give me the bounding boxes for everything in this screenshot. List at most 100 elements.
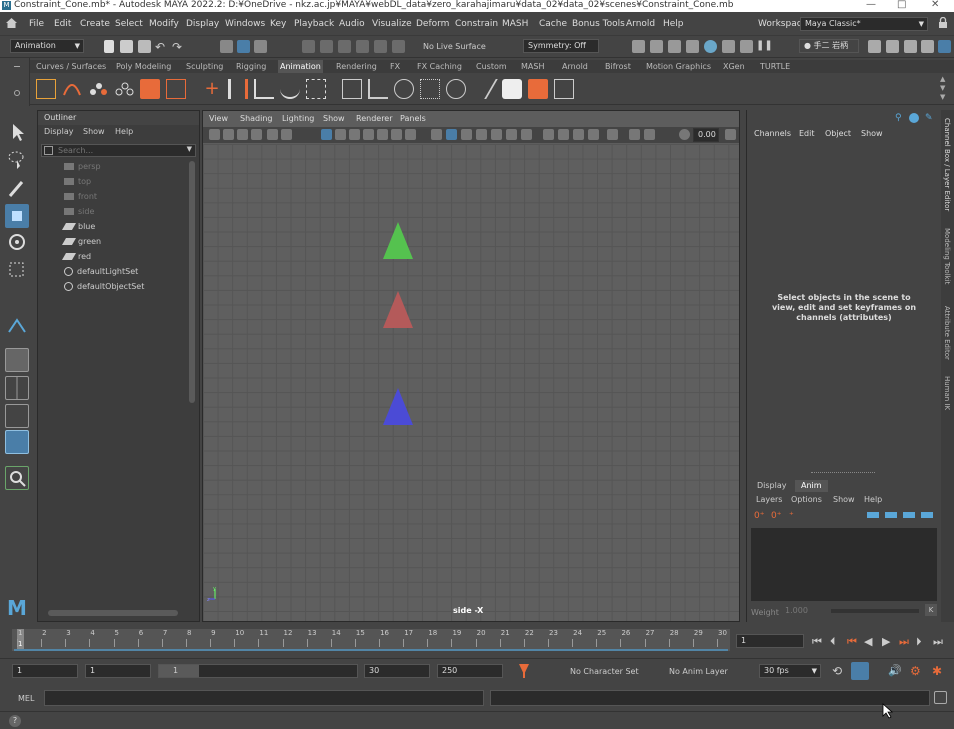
step-forward-key-icon[interactable]: ⏭ (899, 635, 909, 649)
menu-constrain[interactable]: Constrain (455, 19, 498, 29)
outliner-item-blue[interactable]: blue (61, 221, 95, 233)
blue-cone[interactable] (383, 388, 413, 425)
xray-components-icon[interactable] (588, 129, 599, 140)
undo-icon[interactable]: ↶ (155, 40, 165, 54)
shelf-tab-turtle[interactable]: TURTLE (758, 60, 792, 73)
lattice-icon[interactable] (554, 79, 574, 99)
cache-playback-icon[interactable] (851, 662, 869, 680)
channel-show-menu[interactable]: Show (861, 129, 883, 138)
full-key-icon[interactable] (921, 512, 933, 518)
menu-select[interactable]: Select (115, 19, 143, 29)
menu-help[interactable]: Help (663, 19, 684, 29)
snap-projected-icon[interactable] (356, 40, 369, 53)
play-forwards-icon[interactable]: ▶ (882, 635, 890, 648)
shelf-tab-fx[interactable]: FX (388, 60, 402, 73)
layer-editor-icon[interactable] (909, 113, 919, 123)
snap-live-icon[interactable] (392, 40, 405, 53)
outliner-item-default-light-set[interactable]: defaultLightSet (64, 266, 138, 278)
lock-icon[interactable] (938, 16, 948, 29)
outliner-item-default-object-set[interactable]: defaultObjectSet (64, 281, 144, 293)
menu-visualize[interactable]: Visualize (372, 19, 412, 29)
move-tool-icon[interactable] (5, 204, 29, 228)
snap-point-icon[interactable] (338, 40, 351, 53)
channel-box-toggle-icon[interactable] (938, 40, 951, 53)
render-view-icon[interactable] (722, 40, 735, 53)
side-tab-human-ik[interactable]: Human IK (943, 376, 951, 410)
set-key-icon[interactable] (36, 79, 56, 99)
quick-rig-icon[interactable] (166, 79, 186, 99)
layer-menu-layers[interactable]: Layers (756, 495, 782, 504)
hypershade-icon[interactable] (704, 40, 717, 53)
live-surface-label[interactable]: No Live Surface (423, 42, 486, 51)
render-sequence-icon[interactable] (650, 40, 663, 53)
weight-slider[interactable] (831, 609, 919, 613)
animation-end-field[interactable]: 250 (437, 664, 503, 678)
outliner-item-top[interactable]: top (64, 176, 91, 188)
animation-preferences-icon[interactable]: ⚙ (910, 664, 921, 678)
zero-key-icon[interactable] (903, 512, 915, 518)
outliner-search-input[interactable] (42, 145, 172, 156)
select-by-hierarchy-icon[interactable] (220, 40, 233, 53)
two-pane-icon[interactable] (629, 129, 640, 140)
menu-display[interactable]: Display (186, 19, 219, 29)
viewport-grid[interactable]: yz side -X (203, 144, 739, 621)
orient-constraint-icon[interactable] (394, 79, 414, 99)
select-tool-icon[interactable] (5, 120, 29, 144)
safe-action-icon[interactable] (391, 129, 402, 140)
layer-tab-display[interactable]: Display (751, 480, 793, 492)
script-editor-icon[interactable] (934, 691, 947, 704)
scale-tool-icon[interactable] (5, 258, 29, 282)
viewport-menu-shading[interactable]: Shading (240, 114, 273, 123)
outliner-menu-help[interactable]: Help (115, 127, 133, 136)
shelf-scroll-up-icon[interactable]: ▲ (940, 75, 945, 83)
side-tab-channel-box[interactable]: Channel Box / Layer Editor (943, 118, 951, 211)
dope-sheet-icon[interactable] (88, 79, 108, 99)
ipr-render-icon[interactable] (668, 40, 681, 53)
scale-constraint-icon[interactable] (420, 79, 440, 99)
menu-audio[interactable]: Audio (339, 19, 365, 29)
character-set-label[interactable]: No Character Set (570, 667, 639, 676)
viewport-menu-show[interactable]: Show (323, 114, 345, 123)
outliner-item-side[interactable]: side (64, 206, 94, 218)
weight-key-button[interactable]: K (925, 604, 937, 616)
outliner-menu-display[interactable]: Display (44, 127, 74, 136)
trax-editor-icon[interactable] (114, 79, 134, 99)
menu-bonus-tools[interactable]: Bonus Tools (572, 19, 625, 29)
layer-menu-help[interactable]: Help (864, 495, 882, 504)
menu-create[interactable]: Create (80, 19, 110, 29)
mel-label[interactable]: MEL (18, 694, 34, 703)
side-tab-modeling-toolkit[interactable]: Modeling Toolkit (943, 228, 951, 284)
menu-file[interactable]: File (29, 19, 44, 29)
shelf-tab-rendering[interactable]: Rendering (334, 60, 379, 73)
user-account[interactable]: ● 手二 岩柄 (799, 39, 859, 53)
film-gate-icon[interactable] (335, 129, 346, 140)
ik-handle-icon[interactable] (228, 79, 248, 99)
render-frame-icon[interactable] (632, 40, 645, 53)
outliner-item-persp[interactable]: persp (64, 161, 101, 173)
anim-layer-label[interactable]: No Anim Layer (669, 667, 728, 676)
green-cone[interactable] (383, 222, 413, 259)
exposure-icon[interactable] (679, 129, 690, 140)
range-slider-handle[interactable]: 1 (159, 665, 199, 677)
outliner-search[interactable]: ▼ (41, 144, 196, 157)
symmetry-dropdown[interactable]: Symmetry: Off (523, 39, 599, 53)
time-editor-icon[interactable] (140, 79, 160, 99)
rotate-tool-icon[interactable] (5, 230, 29, 254)
select-by-object-icon[interactable] (237, 40, 250, 53)
channels-menu[interactable]: Channels (754, 129, 791, 138)
menu-cache[interactable]: Cache (539, 19, 567, 29)
chevron-down-icon[interactable]: ▼ (187, 145, 192, 153)
wireframe-icon[interactable] (431, 129, 442, 140)
side-tab-attribute-editor[interactable]: Attribute Editor (943, 306, 951, 360)
pin-icon[interactable]: ✎ (925, 113, 933, 123)
go-to-start-icon[interactable]: ⏮ (812, 635, 822, 649)
parent-constraint-icon[interactable] (446, 79, 466, 99)
range-slider[interactable]: 1 (158, 664, 358, 678)
new-scene-icon[interactable] (104, 40, 114, 53)
ik-curve-icon[interactable] (306, 79, 326, 99)
two-view-layout-icon[interactable] (5, 404, 29, 428)
modeling-toolkit-icon[interactable] (868, 40, 881, 53)
four-view-layout-icon[interactable] (5, 376, 29, 400)
shelf-tab-fx-caching[interactable]: FX Caching (415, 60, 464, 73)
fps-dropdown[interactable]: 30 fps ▼ (759, 664, 821, 678)
